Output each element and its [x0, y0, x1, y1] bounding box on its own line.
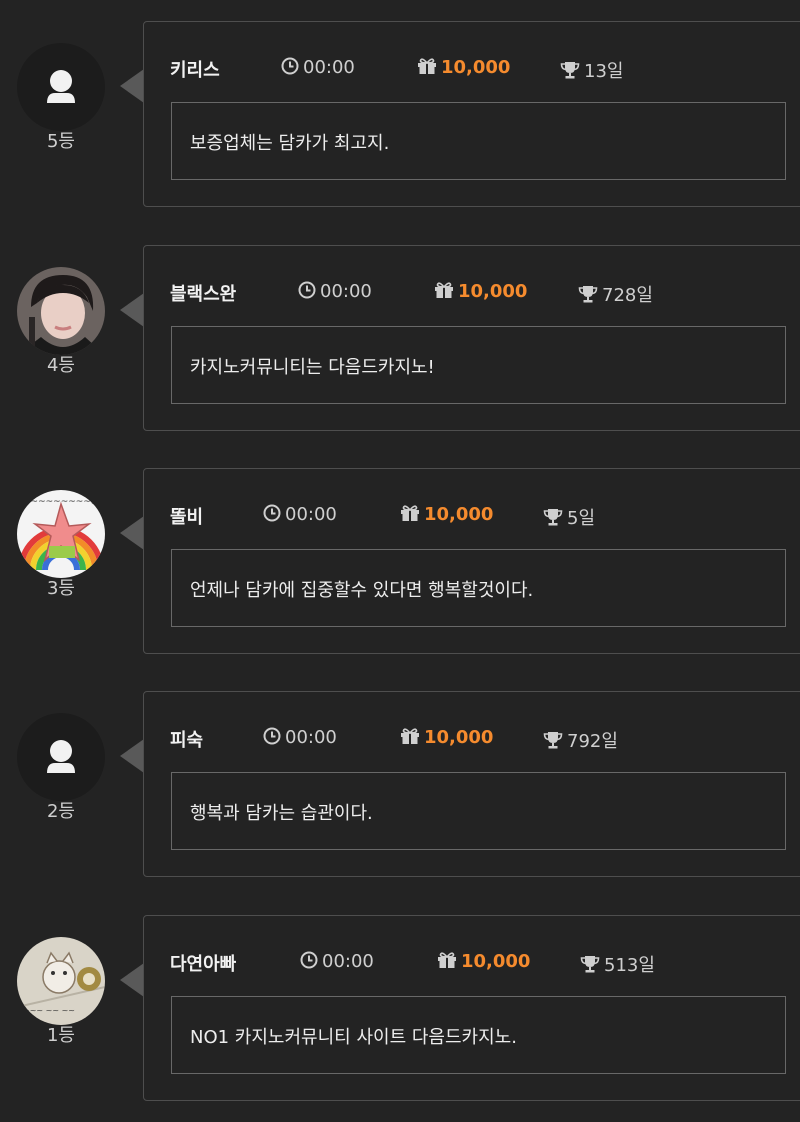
points-text: 10,000: [458, 281, 528, 302]
list-item: 4등 블랙스완 00:00 10,000 728일 카지노커뮤니티는 다음드카지…: [0, 245, 800, 433]
avatar[interactable]: [17, 43, 105, 131]
message-box: 행복과 담카는 습관이다.: [171, 772, 786, 850]
message-box: 카지노커뮤니티는 다음드카지노!: [171, 326, 786, 404]
pointer-arrow: [120, 69, 144, 103]
message-text: 카지노커뮤니티는 다음드카지노!: [190, 357, 435, 378]
time-info: 00:00: [263, 727, 337, 750]
time-info: 00:00: [263, 504, 337, 527]
nickname[interactable]: 다연아빠: [170, 950, 236, 976]
message-text: NO1 카지노커뮤니티 사이트 다음드카지노.: [190, 1027, 517, 1048]
default-user-icon: [47, 70, 75, 103]
days-text: 5일: [567, 508, 596, 529]
days-text: 792일: [567, 731, 618, 752]
clock-icon: [281, 57, 299, 80]
points-text: 10,000: [424, 504, 494, 525]
avatar[interactable]: [17, 267, 105, 355]
comment-card: 키리스 00:00 10,000 13일 보증업체는 담카가 최고지.: [143, 21, 800, 207]
avatar[interactable]: ~~~~~~~~~o: [17, 490, 105, 578]
pointer-arrow: [120, 739, 144, 773]
time-text: 00:00: [285, 727, 337, 748]
trophy-icon: [543, 731, 563, 754]
rank-label: 1등: [46, 1025, 75, 1046]
time-text: 00:00: [285, 504, 337, 525]
rank-label: 4등: [46, 355, 75, 376]
days-text: 13일: [584, 61, 624, 82]
clock-icon: [263, 727, 281, 750]
points-info: 10,000: [400, 727, 493, 750]
time-text: 00:00: [322, 951, 374, 972]
comment-card: 다연아빠 00:00 10,000 513일 NO1 카지노커뮤니티 사이트 다…: [143, 915, 800, 1101]
user-photo: ~~~~~~~~~o: [17, 490, 105, 578]
gift-icon: [417, 57, 437, 80]
points-text: 10,000: [461, 951, 531, 972]
nickname[interactable]: 블랙스완: [170, 280, 236, 306]
message-text: 행복과 담카는 습관이다.: [190, 803, 373, 824]
time-text: 00:00: [320, 281, 372, 302]
trophy-icon: [580, 955, 600, 978]
list-item: ~~~ ~~ ~~ 1등 다연아빠 00:00 10,000 513일 NO1 …: [0, 915, 800, 1103]
days-info: 728일: [578, 281, 653, 308]
message-box: 언제나 담카에 집중할수 있다면 행복할것이다.: [171, 549, 786, 627]
days-info: 792일: [543, 727, 618, 754]
points-text: 10,000: [424, 727, 494, 748]
rank-label: 5등: [46, 131, 75, 152]
points-info: 10,000: [434, 281, 527, 304]
comment-card: 피숙 00:00 10,000 792일 행복과 담카는 습관이다.: [143, 691, 800, 877]
message-box: NO1 카지노커뮤니티 사이트 다음드카지노.: [171, 996, 786, 1074]
message-text: 보증업체는 담카가 최고지.: [190, 133, 390, 154]
days-text: 728일: [602, 285, 653, 306]
days-info: 13일: [560, 57, 623, 84]
svg-text:~~~ ~~ ~~: ~~~ ~~ ~~: [23, 1006, 75, 1015]
points-info: 10,000: [417, 57, 510, 80]
message-text: 언제나 담카에 집중할수 있다면 행복할것이다.: [190, 580, 534, 601]
days-info: 513일: [580, 951, 655, 978]
nickname[interactable]: 똘비: [170, 503, 203, 529]
comment-card: 똘비 00:00 10,000 5일 언제나 담카에 집중할수 있다면 행복할것…: [143, 468, 800, 654]
comment-card: 블랙스완 00:00 10,000 728일 카지노커뮤니티는 다음드카지노!: [143, 245, 800, 431]
pointer-arrow: [120, 963, 144, 997]
nickname[interactable]: 키리스: [170, 56, 220, 82]
default-user-icon: [47, 740, 75, 773]
clock-icon: [263, 504, 281, 527]
time-info: 00:00: [281, 57, 355, 80]
trophy-icon: [578, 285, 598, 308]
list-item: 5등 키리스 00:00 10,000 13일 보증업체는 담카가 최고지.: [0, 21, 800, 209]
list-item: 2등 피숙 00:00 10,000 792일 행복과 담카는 습관이다.: [0, 691, 800, 879]
days-info: 5일: [543, 504, 595, 531]
gift-icon: [434, 281, 454, 304]
time-text: 00:00: [303, 57, 355, 78]
pointer-arrow: [120, 516, 144, 550]
list-item: ~~~~~~~~~o 3등 똘비 00:00 10,000 5일 언제나 담카에…: [0, 468, 800, 656]
avatar[interactable]: [17, 713, 105, 801]
days-text: 513일: [604, 955, 655, 976]
time-info: 00:00: [300, 951, 374, 974]
avatar[interactable]: ~~~ ~~ ~~: [17, 937, 105, 1025]
user-photo: ~~~ ~~ ~~: [17, 937, 105, 1025]
trophy-icon: [560, 61, 580, 84]
time-info: 00:00: [298, 281, 372, 304]
message-box: 보증업체는 담카가 최고지.: [171, 102, 786, 180]
pointer-arrow: [120, 293, 144, 327]
clock-icon: [300, 951, 318, 974]
rank-label: 3등: [46, 578, 75, 599]
trophy-icon: [543, 508, 563, 531]
nickname[interactable]: 피숙: [170, 726, 203, 752]
rank-label: 2등: [46, 801, 75, 822]
clock-icon: [298, 281, 316, 304]
gift-icon: [400, 504, 420, 527]
points-info: 10,000: [400, 504, 493, 527]
points-text: 10,000: [441, 57, 511, 78]
user-photo: [17, 267, 105, 355]
gift-icon: [400, 727, 420, 750]
points-info: 10,000: [437, 951, 530, 974]
svg-text:~~~~~~~~~o: ~~~~~~~~~o: [23, 497, 97, 507]
gift-icon: [437, 951, 457, 974]
